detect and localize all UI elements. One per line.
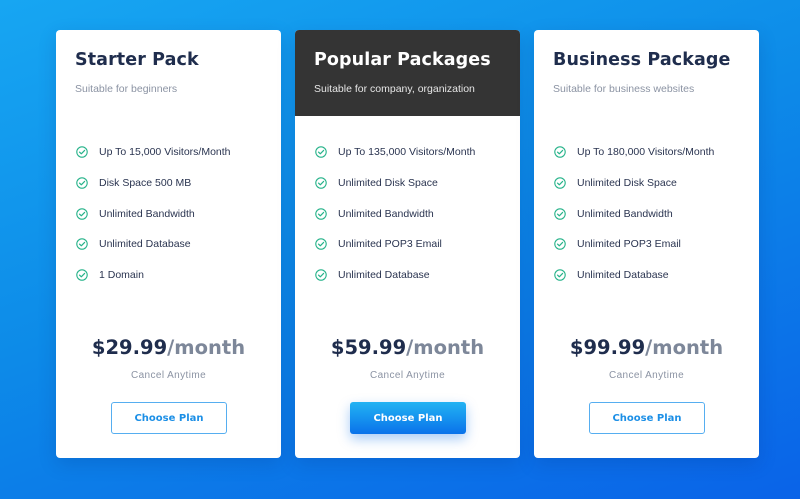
price-block: $99.99/month Cancel Anytime: [534, 336, 759, 381]
feature-item: Unlimited Disk Space: [554, 168, 759, 199]
price-block: $29.99/month Cancel Anytime: [56, 336, 281, 381]
pricing-card-popular: Popular Packages Suitable for company, o…: [295, 30, 520, 458]
check-circle-icon: [76, 207, 88, 220]
check-circle-icon: [76, 177, 88, 189]
price: $99.99/month: [534, 336, 759, 359]
choose-plan-button[interactable]: Choose Plan: [350, 402, 466, 434]
feature-label: Unlimited Disk Space: [577, 177, 677, 190]
feature-label: Disk Space 500 MB: [99, 177, 192, 190]
price-amount: $29.99: [91, 336, 168, 359]
check-circle-icon: [315, 177, 327, 189]
card-header: Popular Packages Suitable for company, o…: [295, 30, 520, 116]
check-circle-icon: [76, 238, 88, 251]
price-amount: $59.99: [330, 336, 407, 359]
cancel-note: Cancel Anytime: [608, 370, 685, 381]
cancel-note: Cancel Anytime: [130, 370, 207, 381]
feature-label: Unlimited POP3 Email: [577, 238, 681, 251]
check-circle-icon: [315, 207, 327, 220]
feature-label: Unlimited Bandwidth: [99, 207, 195, 220]
feature-label: Up To 135,000 Visitors/Month: [338, 146, 476, 159]
plan-title: Starter Pack: [75, 50, 199, 70]
check-circle-icon: [76, 146, 88, 159]
feature-item: Unlimited Database: [315, 260, 520, 291]
check-circle-icon: [315, 269, 327, 281]
price-block: $59.99/month Cancel Anytime: [295, 336, 520, 381]
feature-label: Unlimited Database: [577, 269, 669, 282]
pricing-card-business: Business Package Suitable for business w…: [534, 30, 759, 458]
price-amount: $99.99: [569, 336, 646, 359]
plan-subtitle: Suitable for company, organization: [314, 83, 475, 95]
feature-item: Unlimited POP3 Email: [554, 229, 759, 260]
feature-label: Up To 180,000 Visitors/Month: [577, 146, 715, 159]
pricing-cards: Starter Pack Suitable for beginners Up T…: [56, 30, 760, 458]
feature-label: Up To 15,000 Visitors/Month: [99, 146, 231, 159]
price-period: /month: [167, 336, 246, 359]
check-circle-icon: [554, 238, 566, 251]
feature-label: Unlimited POP3 Email: [338, 238, 442, 251]
price: $29.99/month: [56, 336, 281, 359]
choose-plan-button[interactable]: Choose Plan: [589, 402, 705, 434]
check-circle-icon: [554, 207, 566, 220]
feature-label: Unlimited Bandwidth: [577, 207, 673, 220]
cancel-note: Cancel Anytime: [369, 370, 446, 381]
check-circle-icon: [76, 269, 88, 281]
check-circle-icon: [554, 269, 566, 281]
feature-label: Unlimited Database: [338, 269, 430, 282]
check-circle-icon: [315, 146, 327, 159]
feature-item: Unlimited Database: [76, 229, 281, 260]
feature-item: Up To 15,000 Visitors/Month: [76, 137, 281, 168]
feature-item: Unlimited POP3 Email: [315, 229, 520, 260]
plan-title: Popular Packages: [314, 50, 491, 70]
feature-label: Unlimited Disk Space: [338, 177, 438, 190]
feature-item: Unlimited Bandwidth: [315, 198, 520, 229]
pricing-card-starter: Starter Pack Suitable for beginners Up T…: [56, 30, 281, 458]
feature-label: 1 Domain: [99, 269, 144, 282]
feature-item: Unlimited Bandwidth: [76, 198, 281, 229]
check-circle-icon: [554, 146, 566, 159]
plan-title: Business Package: [553, 50, 731, 70]
feature-label: Unlimited Database: [99, 238, 191, 251]
feature-list: Up To 180,000 Visitors/Month Unlimited D…: [534, 137, 759, 290]
card-header: Starter Pack Suitable for beginners: [56, 30, 281, 116]
feature-item: Up To 135,000 Visitors/Month: [315, 137, 520, 168]
price-period: /month: [645, 336, 724, 359]
feature-label: Unlimited Bandwidth: [338, 207, 434, 220]
check-circle-icon: [554, 177, 566, 189]
price-period: /month: [406, 336, 485, 359]
feature-item: Unlimited Bandwidth: [554, 198, 759, 229]
plan-subtitle: Suitable for beginners: [75, 83, 178, 95]
price: $59.99/month: [295, 336, 520, 359]
feature-item: Unlimited Disk Space: [315, 168, 520, 199]
feature-item: Up To 180,000 Visitors/Month: [554, 137, 759, 168]
check-circle-icon: [315, 238, 327, 251]
feature-list: Up To 15,000 Visitors/Month Disk Space 5…: [56, 137, 281, 290]
plan-subtitle: Suitable for business websites: [553, 83, 695, 95]
card-header: Business Package Suitable for business w…: [534, 30, 759, 116]
feature-item: Disk Space 500 MB: [76, 168, 281, 199]
choose-plan-button[interactable]: Choose Plan: [111, 402, 227, 434]
feature-list: Up To 135,000 Visitors/Month Unlimited D…: [295, 137, 520, 290]
feature-item: 1 Domain: [76, 260, 281, 291]
feature-item: Unlimited Database: [554, 260, 759, 291]
